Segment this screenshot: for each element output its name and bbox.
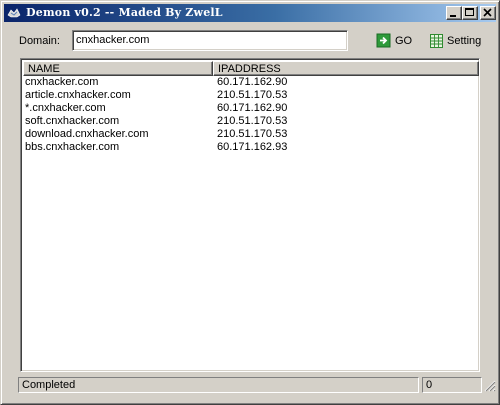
status-text: Completed <box>18 377 419 393</box>
list-row[interactable]: cnxhacker.com 60.171.162.90 <box>23 76 479 89</box>
list-row[interactable]: bbs.cnxhacker.com 60.171.162.93 <box>23 141 479 154</box>
close-button[interactable] <box>480 6 496 20</box>
row-name: article.cnxhacker.com <box>25 89 131 101</box>
list-row[interactable]: soft.cnxhacker.com 210.51.170.53 <box>23 115 479 128</box>
status-bar: Completed 0 <box>4 377 496 394</box>
minimize-icon <box>450 15 456 17</box>
resize-grip-icon[interactable] <box>484 380 496 392</box>
row-ip: 210.51.170.53 <box>217 115 288 127</box>
results-list[interactable]: NAME IPADDRESS cnxhacker.com 60.171.162.… <box>20 58 480 372</box>
column-header-name[interactable]: NAME <box>23 61 213 76</box>
go-label: GO <box>395 35 413 47</box>
row-ip: 60.171.162.90 <box>217 76 288 88</box>
list-header: NAME IPADDRESS <box>23 61 479 76</box>
domain-input[interactable]: cnxhacker.com <box>72 30 348 51</box>
setting-label: Setting <box>447 35 482 47</box>
spreadsheet-grid-icon <box>429 33 445 49</box>
row-ip: 60.171.162.93 <box>217 141 288 153</box>
list-rows: cnxhacker.com 60.171.162.90 article.cnxh… <box>23 76 479 154</box>
row-ip: 60.171.162.90 <box>217 102 288 114</box>
app-icon <box>7 7 21 19</box>
column-header-ipaddress[interactable]: IPADDRESS <box>213 61 479 76</box>
window-title: Demon v0.2 -- Maded By ZwelL <box>26 6 223 19</box>
app-window: Demon v0.2 -- Maded By ZwelL Domain: cnx… <box>0 0 500 405</box>
setting-button[interactable]: Setting <box>429 32 489 50</box>
maximize-button[interactable] <box>462 6 478 20</box>
go-button[interactable]: GO <box>376 32 416 50</box>
row-ip: 210.51.170.53 <box>217 128 288 140</box>
minimize-button[interactable] <box>446 6 462 20</box>
status-count: 0 <box>422 377 482 393</box>
row-ip: 210.51.170.53 <box>217 89 288 101</box>
row-name: cnxhacker.com <box>25 76 99 88</box>
green-arrow-right-icon <box>376 33 392 49</box>
list-row[interactable]: *.cnxhacker.com 60.171.162.90 <box>23 102 479 115</box>
row-name: soft.cnxhacker.com <box>25 115 120 127</box>
title-bar[interactable]: Demon v0.2 -- Maded By ZwelL <box>4 4 496 22</box>
domain-label: Domain: <box>19 35 60 47</box>
row-name: download.cnxhacker.com <box>25 128 149 140</box>
maximize-icon <box>465 8 474 16</box>
close-icon <box>483 8 492 17</box>
list-row[interactable]: download.cnxhacker.com 210.51.170.53 <box>23 128 479 141</box>
row-name: *.cnxhacker.com <box>25 102 106 114</box>
row-name: bbs.cnxhacker.com <box>25 141 120 153</box>
list-row[interactable]: article.cnxhacker.com 210.51.170.53 <box>23 89 479 102</box>
